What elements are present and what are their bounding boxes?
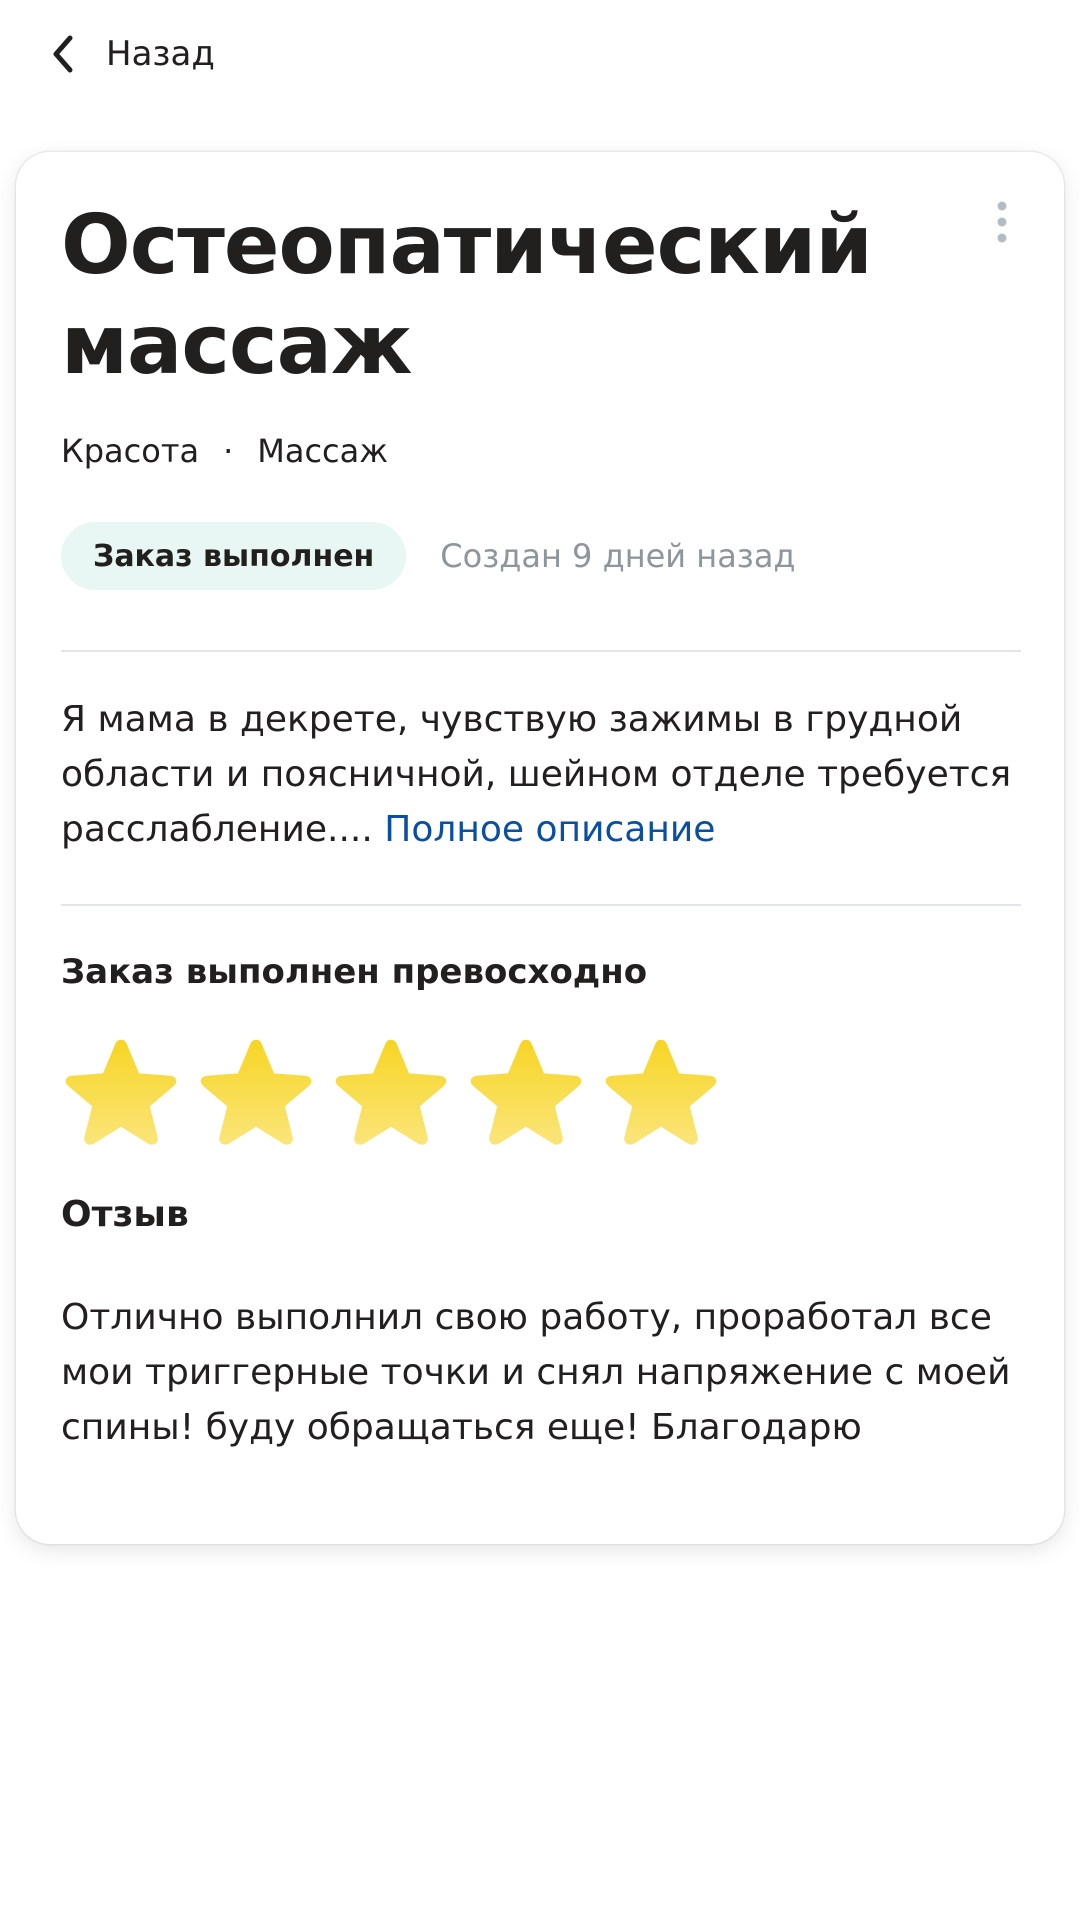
status-row: Заказ выполнен Создан 9 дней назад (61, 522, 796, 590)
rating-title: Заказ выполнен превосходно (61, 952, 648, 992)
review-title: Отзыв (61, 1194, 189, 1235)
full-description-link[interactable]: Полное описание (384, 809, 715, 850)
order-title: Остеопатический массаж (61, 198, 873, 393)
category-beauty: Красота (61, 432, 200, 470)
star-icon (65, 1039, 177, 1145)
star-icon (335, 1039, 447, 1145)
breadcrumb: Красота · Массаж (61, 432, 388, 470)
review-text: Отлично выполнил свою работу, проработал… (61, 1297, 1011, 1448)
divider (61, 904, 1021, 906)
back-label: Назад (106, 34, 215, 74)
category-separator: · (223, 432, 234, 470)
order-description: Я мама в декрете, чувствую зажимы в груд… (61, 692, 1031, 857)
created-date: Создан 9 дней назад (440, 537, 796, 575)
chevron-left-icon (50, 34, 78, 74)
status-badge: Заказ выполнен (61, 522, 407, 590)
category-massage: Массаж (257, 432, 389, 470)
back-button[interactable]: Назад (50, 28, 215, 80)
star-icon (200, 1039, 312, 1145)
divider (61, 650, 1021, 652)
top-bar: Назад (0, 0, 1080, 110)
order-card: Остеопатический массаж Красота · Массаж … (16, 152, 1064, 1544)
more-vertical-icon[interactable] (990, 198, 1014, 246)
star-icon (605, 1039, 717, 1145)
star-rating (61, 1036, 736, 1154)
star-icon (470, 1039, 582, 1145)
